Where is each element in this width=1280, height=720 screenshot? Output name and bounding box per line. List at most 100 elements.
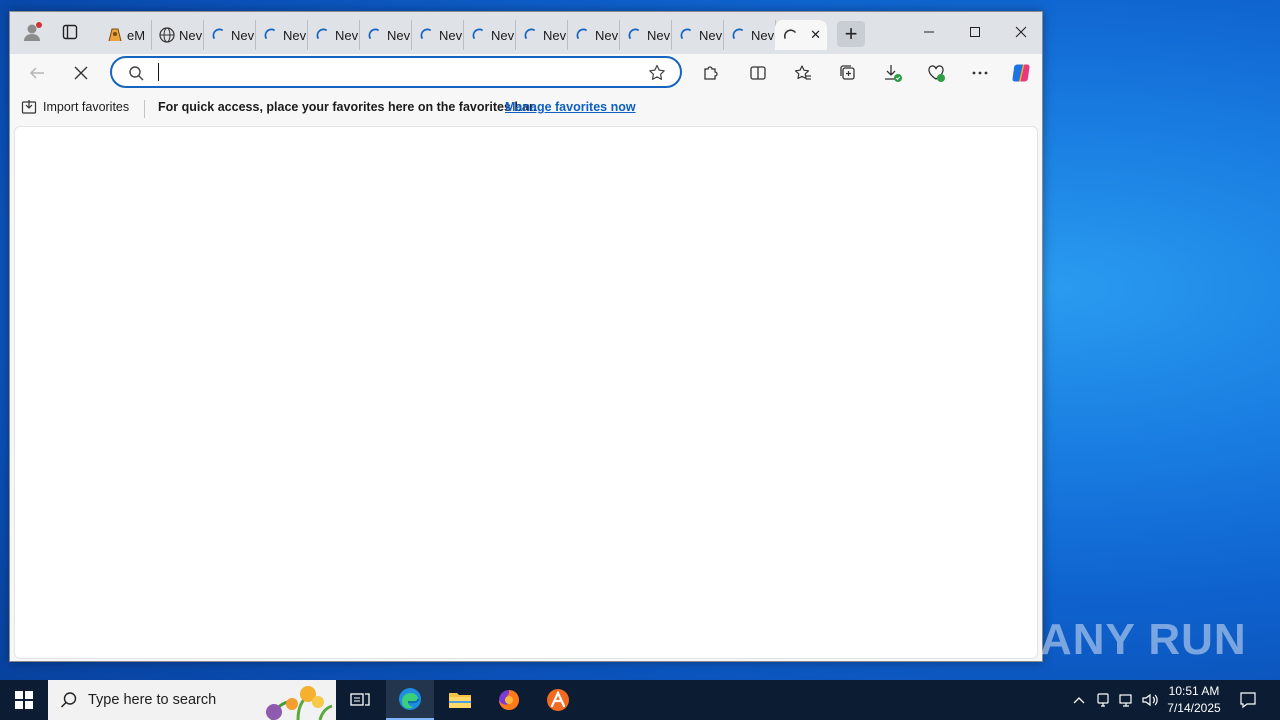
taskbar-search-box[interactable]: Type here to search (48, 680, 336, 720)
tab-3[interactable]: Nev (204, 20, 256, 50)
download-icon (885, 65, 902, 82)
tab-label: Nev (335, 27, 359, 43)
tab-10[interactable]: Nev (568, 20, 620, 50)
taskbar-file-explorer[interactable] (436, 680, 484, 720)
notification-icon (1240, 692, 1256, 709)
import-favorites-label: Import favorites (43, 100, 130, 114)
favorites-bar: Import favorites For quick access, place… (10, 92, 1042, 124)
taskbar-firefox[interactable] (485, 680, 533, 720)
tab-6[interactable]: Nev (360, 20, 412, 50)
split-screen-button[interactable] (743, 58, 773, 88)
search-placeholder: Type here to search (88, 692, 217, 708)
loading-spinner-icon (470, 26, 488, 44)
tab-5[interactable]: Nev (308, 20, 360, 50)
taskbar-app-orange[interactable] (534, 680, 582, 720)
browser-essentials-button[interactable] (921, 58, 951, 88)
clock-date: 7/14/2025 (1167, 701, 1221, 715)
split-screen-icon (750, 66, 766, 80)
favorites-button[interactable] (788, 58, 818, 88)
new-tab-button[interactable]: + (837, 21, 865, 47)
chevron-up-icon (1073, 697, 1085, 704)
tab-label: Nev (439, 27, 463, 43)
tab-12[interactable]: Nev (672, 20, 724, 50)
stop-icon (74, 66, 88, 80)
tab-label: eM (127, 27, 146, 43)
more-dots-icon (972, 71, 988, 75)
stop-loading-button[interactable] (66, 58, 96, 88)
minimize-icon (924, 31, 934, 33)
tab-label: Nev (595, 27, 619, 43)
heart-pulse-icon (928, 65, 945, 82)
downloads-button[interactable] (878, 58, 908, 88)
task-view-button[interactable] (336, 680, 384, 720)
task-view-icon (350, 693, 370, 706)
tab-7[interactable]: Nev (412, 20, 464, 50)
tray-network-button[interactable] (1116, 690, 1136, 710)
loading-spinner-icon (730, 26, 748, 44)
minimize-button[interactable] (906, 12, 952, 52)
loading-spinner-icon (678, 26, 696, 44)
tab-label: Nev (283, 27, 307, 43)
loading-spinner-icon (574, 26, 592, 44)
tab-actions-button[interactable] (56, 18, 84, 46)
favorites-message: For quick access, place your favorites h… (158, 100, 537, 114)
extensions-button[interactable] (696, 58, 726, 88)
search-icon (129, 66, 144, 81)
taskbar: Type here to search 10:51 AM 7/14/2025 (0, 680, 1280, 720)
tab-label: Nev (231, 27, 255, 43)
tab-label: Nev (543, 27, 567, 43)
tab-1[interactable]: eM (100, 20, 152, 50)
maximize-button[interactable] (952, 12, 998, 52)
edge-icon (399, 688, 421, 710)
import-favorites-button[interactable]: Import favorites (21, 99, 129, 115)
page-content[interactable] (14, 126, 1038, 659)
volume-icon (1142, 693, 1158, 707)
import-icon (21, 100, 37, 114)
device-icon (1097, 693, 1109, 707)
back-button[interactable] (22, 58, 52, 88)
copilot-icon (1012, 64, 1030, 82)
system-clock[interactable]: 10:51 AM 7/14/2025 (1160, 683, 1228, 717)
loading-spinner-icon (366, 26, 384, 44)
tray-volume-button[interactable] (1140, 690, 1160, 710)
close-window-button[interactable] (998, 12, 1044, 52)
collections-button[interactable] (833, 58, 863, 88)
tab-8[interactable]: Nev (464, 20, 516, 50)
tab-13[interactable]: Nev (724, 20, 776, 50)
tab-11[interactable]: Nev (620, 20, 672, 50)
tab-2[interactable]: Nev (152, 20, 204, 50)
tab-label: Nev (387, 27, 411, 43)
taskbar-edge[interactable] (386, 680, 434, 720)
profile-icon (24, 22, 42, 41)
action-center-button[interactable] (1238, 690, 1258, 710)
maximize-icon (970, 27, 980, 37)
clock-time: 10:51 AM (1168, 684, 1220, 698)
manage-favorites-link[interactable]: Manage favorites now (505, 100, 636, 114)
tab-label: Nev (751, 27, 775, 43)
tab-4[interactable]: Nev (256, 20, 308, 50)
settings-more-button[interactable] (965, 58, 995, 88)
tab-9[interactable]: Nev (516, 20, 568, 50)
firefox-icon (499, 690, 519, 710)
toolbar (10, 54, 1042, 90)
tray-device-button[interactable] (1093, 690, 1113, 710)
address-input[interactable] (156, 63, 626, 83)
loading-spinner-icon (781, 26, 799, 44)
copilot-button[interactable] (1006, 58, 1036, 88)
show-hidden-icons-button[interactable] (1069, 690, 1089, 710)
puzzle-icon (704, 66, 718, 80)
loading-spinner-icon (262, 26, 280, 44)
title-bar: eM Nev Nev Nev Nev Nev Nev Nev Nev Nev Nev Nev Nev ✕… (10, 12, 1042, 54)
loading-spinner-icon (418, 26, 436, 44)
search-highlight-flowers-icon (266, 686, 333, 720)
favorite-star-icon[interactable] (648, 64, 666, 82)
close-tab-icon[interactable]: ✕ (810, 27, 821, 43)
tab-active[interactable]: ✕ (775, 20, 827, 50)
loading-spinner-icon (210, 26, 228, 44)
tab-label: Nev (647, 27, 671, 43)
favorites-divider (144, 100, 145, 118)
profile-button[interactable] (18, 18, 46, 46)
orange-app-icon (547, 689, 569, 711)
start-button[interactable] (0, 680, 48, 720)
address-bar[interactable] (110, 56, 682, 88)
